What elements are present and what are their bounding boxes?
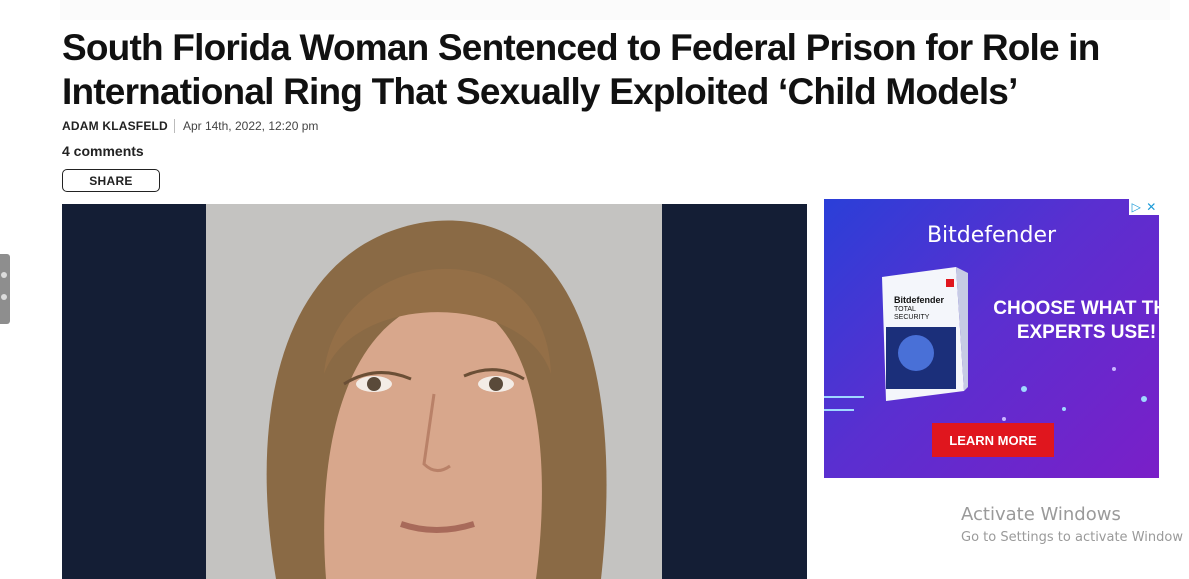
side-tab-dot (1, 294, 7, 300)
activate-windows-watermark: Activate Windows Go to Settings to activ… (961, 504, 1183, 545)
byline: ADAM KLASFELD Apr 14th, 2022, 12:20 pm (62, 119, 318, 133)
hero-image (62, 204, 807, 579)
watermark-subtitle: Go to Settings to activate Window (961, 530, 1183, 545)
product-box-brand: Bitdefender (894, 295, 945, 305)
byline-divider (173, 119, 175, 133)
ad-brand-logo: Bitdefender (926, 223, 1057, 248)
watermark-title: Activate Windows (961, 504, 1121, 525)
adchoices-icon[interactable]: ▷ ✕ (1129, 199, 1159, 215)
ad-tagline: CHOOSE WHAT THE EXPERTS USE! (993, 298, 1159, 343)
product-box (882, 267, 968, 401)
product-box-name: TOTAL SECURITY (894, 306, 930, 321)
article-headline: South Florida Woman Sentenced to Federal… (62, 27, 1100, 112)
side-tab-handle[interactable] (0, 254, 10, 324)
share-button[interactable]: SHARE (62, 169, 160, 192)
publish-date: Apr 14th, 2022, 12:20 pm (182, 119, 319, 133)
product-box-image: Bitdefender TOTAL SECURITY (876, 263, 968, 403)
top-strip (60, 0, 1170, 20)
side-tab-dot (1, 272, 7, 278)
advertisement-banner[interactable]: ▷ ✕ Bitdefender Bitdefender TOTAL SECURIT… (824, 199, 1159, 478)
author-link[interactable]: ADAM KLASFELD (62, 119, 168, 133)
mugshot-illustration (266, 220, 607, 579)
mugshot-photo (206, 204, 662, 579)
comments-link[interactable]: 4 comments (62, 143, 144, 159)
learn-more-button[interactable]: LEARN MORE (932, 423, 1054, 457)
